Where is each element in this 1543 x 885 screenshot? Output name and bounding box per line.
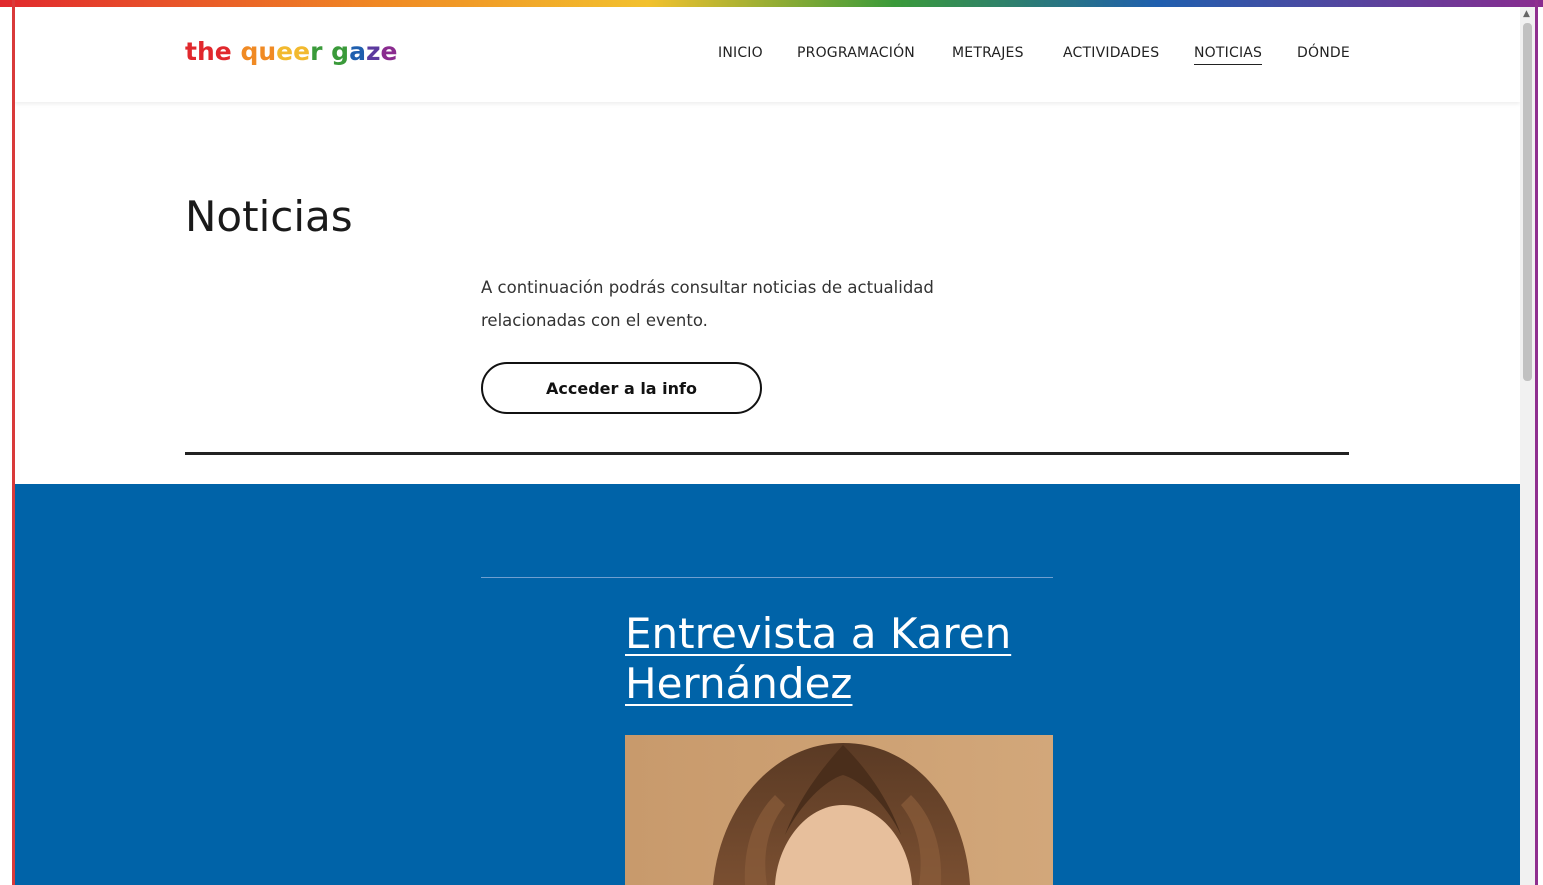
scroll-up-arrow-icon[interactable]: ▲ [1523, 9, 1530, 19]
intro-text: A continuación podrás consultar noticias… [481, 271, 1001, 337]
site-header: the queer gaze INICIO PROGRAMACIÓN METRA… [15, 7, 1520, 102]
news-section: Entrevista a Karen Hernández [15, 484, 1520, 885]
nav-item-metrajes[interactable]: METRAJES [952, 45, 1024, 61]
scrollbar-thumb[interactable] [1523, 23, 1532, 381]
section-divider [185, 452, 1349, 455]
nav-item-donde[interactable]: DÓNDE [1297, 45, 1350, 61]
article-title-line-1[interactable]: Entrevista a Karen [625, 609, 1011, 658]
page-scrollbar[interactable]: ▲ [1520, 7, 1535, 885]
article-title-line-2[interactable]: Hernández [625, 659, 852, 708]
nav-item-programacion[interactable]: PROGRAMACIÓN [797, 45, 915, 61]
page-title: Noticias [185, 192, 353, 241]
article-title-link[interactable]: Entrevista a Karen Hernández [625, 609, 1065, 709]
frame-right-border [1535, 0, 1538, 885]
intro-line-1: A continuación podrás consultar noticias… [481, 278, 934, 297]
article-photo[interactable] [625, 735, 1053, 885]
nav-item-inicio[interactable]: INICIO [718, 45, 763, 61]
portrait-illustration [625, 735, 1053, 885]
intro-line-2: relacionadas con el evento. [481, 311, 708, 330]
frame-top-gradient [0, 0, 1543, 7]
main-nav: INICIO PROGRAMACIÓN METRAJES ACTIVIDADES… [15, 45, 1520, 65]
article-top-rule [481, 577, 1053, 578]
access-info-button[interactable]: Acceder a la info [481, 362, 762, 414]
nav-item-actividades[interactable]: ACTIVIDADES [1063, 45, 1159, 61]
nav-item-noticias[interactable]: NOTICIAS [1194, 45, 1263, 65]
